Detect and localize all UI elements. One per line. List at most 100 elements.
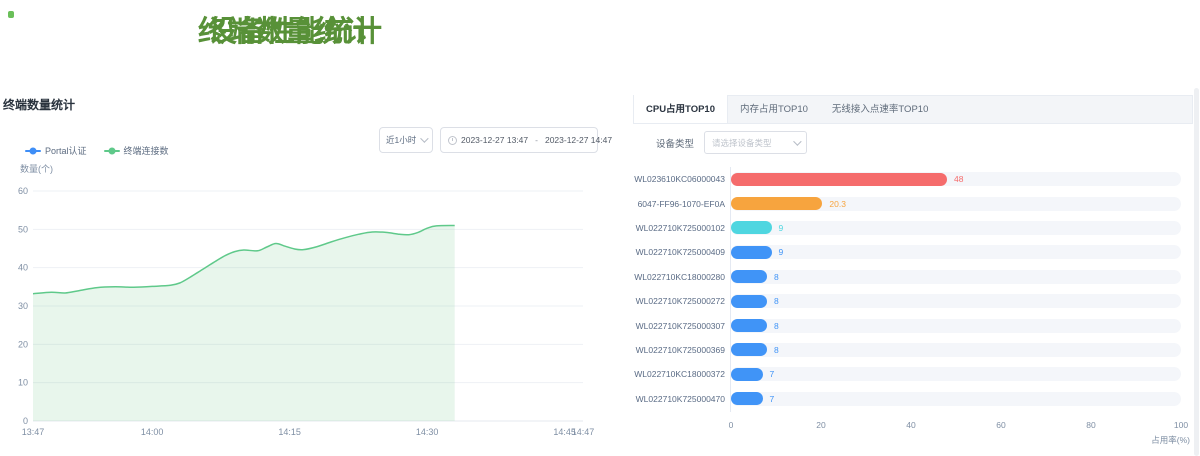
svg-text:10: 10: [18, 378, 28, 388]
bar-track: [731, 392, 1181, 406]
legend-item-portal-auth[interactable]: Portal认证: [25, 144, 87, 157]
bar-value-label: 7: [770, 394, 775, 404]
bar-fill: [731, 221, 772, 234]
bar-value-label: 9: [779, 247, 784, 257]
device-type-select-placeholder: 请选择设备类型: [712, 137, 772, 149]
date-range-end: 2023-12-27 14:47: [545, 135, 612, 145]
bar-row: WL022710K725000307 8: [633, 313, 1193, 337]
bar-track: [731, 343, 1181, 357]
bar-x-tick: 40: [906, 420, 915, 430]
device-type-row: 设备类型 请选择设备类型: [656, 131, 807, 154]
svg-text:40: 40: [18, 263, 28, 273]
svg-text:20: 20: [18, 339, 28, 349]
bar-zone: 8: [731, 294, 1181, 308]
bar-fill: [731, 270, 767, 283]
right-section-title: 设备性能统计: [0, 14, 590, 50]
bar-zone: 9: [731, 221, 1181, 235]
bar-zone: 8: [731, 270, 1181, 284]
bar-x-tick: 100: [1174, 420, 1188, 430]
device-name-label: WL023610KC06000043: [633, 174, 725, 184]
bar-zone: 7: [731, 367, 1181, 381]
bar-fill: [731, 368, 763, 381]
legend-item-terminal-connections[interactable]: 终端连接数: [104, 144, 169, 157]
bar-value-label: 8: [774, 345, 779, 355]
bar-track: [731, 367, 1181, 381]
bar-zone: 8: [731, 319, 1181, 333]
bar-fill: [731, 295, 767, 308]
bar-fill: [731, 173, 947, 186]
bar-track: [731, 294, 1181, 308]
portal-auth-legend-marker-icon: [25, 150, 41, 152]
time-range-select[interactable]: 近1小时: [379, 127, 433, 153]
bar-zone: 20.3: [731, 197, 1181, 211]
device-name-label: WL022710K725000307: [633, 321, 725, 331]
bar-row: WL022710KC18000372 7: [633, 362, 1193, 386]
bar-zone: 48: [731, 172, 1181, 186]
clock-icon: [448, 136, 457, 145]
terminal-connections-legend-marker-icon: [104, 150, 120, 152]
svg-text:0: 0: [23, 416, 28, 426]
bar-value-label: 48: [954, 174, 963, 184]
bar-chart-x-axis-label: 占用率(%): [633, 434, 1190, 446]
bar-value-label: 7: [770, 369, 775, 379]
bar-value-label: 9: [779, 223, 784, 233]
date-range-separator: -: [535, 135, 538, 145]
bar-value-label: 8: [774, 272, 779, 282]
svg-text:14:15: 14:15: [278, 427, 301, 437]
cpu-top10-bar-chart: WL023610KC06000043 48 6047-FF96-1070-EF0A 2…: [633, 167, 1193, 411]
device-name-label: 6047-FF96-1070-EF0A: [633, 199, 725, 209]
bar-value-label: 8: [774, 321, 779, 331]
tab-cpu-top10[interactable]: CPU占用TOP10: [634, 95, 728, 123]
bar-fill: [731, 319, 767, 332]
bar-row: WL022710K725000470 7: [633, 387, 1193, 411]
bar-value-label: 20.3: [829, 199, 846, 209]
device-name-label: WL022710K725000102: [633, 223, 725, 233]
device-type-select[interactable]: 请选择设备类型: [704, 131, 807, 154]
bar-track: [731, 270, 1181, 284]
svg-text:14:00: 14:00: [141, 427, 164, 437]
svg-text:14:30: 14:30: [416, 427, 439, 437]
bar-track: [731, 221, 1181, 235]
bar-x-tick: 0: [729, 420, 734, 430]
bar-row: WL022710K7250002728: [633, 289, 1193, 313]
bar-chart-axis-line: [730, 167, 731, 412]
tab-wireless-ap-rate-top10[interactable]: 无线接入点速率TOP10: [820, 96, 940, 123]
bar-chart-x-axis: 020406080100: [633, 420, 1193, 432]
device-name-label: WL022710KC18000280: [633, 272, 725, 282]
bar-fill: [731, 197, 822, 210]
date-range-start: 2023-12-27 13:47: [461, 135, 528, 145]
chevron-down-icon: [793, 137, 801, 145]
bar-value-label: 8: [774, 296, 779, 306]
bar-x-tick: 80: [1086, 420, 1095, 430]
svg-text:14:47: 14:47: [572, 427, 595, 437]
device-type-label: 设备类型: [656, 136, 694, 150]
bar-row: WL022710KC18000280 8: [633, 265, 1193, 289]
bar-x-tick: 60: [996, 420, 1005, 430]
bar-zone: 8: [731, 343, 1181, 357]
tab-memory-top10[interactable]: 内存占用TOP10: [728, 96, 820, 123]
bar-fill: [731, 392, 763, 405]
bar-row: 6047-FF96-1070-EF0A 20.3: [633, 191, 1193, 215]
bar-row: WL022710K7250004099: [633, 240, 1193, 264]
device-name-label: WL022710KC18000372: [633, 369, 725, 379]
bar-track: [731, 245, 1181, 259]
bar-zone: 9: [731, 245, 1181, 259]
device-name-label: WL022710K725000369: [633, 345, 725, 355]
portal-auth-legend-label: Portal认证: [45, 144, 87, 157]
performance-tabbar: CPU占用TOP10 内存占用TOP10 无线接入点速率TOP10: [633, 95, 1193, 124]
bar-track: [731, 319, 1181, 333]
terminal-connections-legend-label: 终端连接数: [124, 144, 169, 157]
bar-fill: [731, 343, 767, 356]
chart-legend: Portal认证 终端连接数: [25, 144, 169, 157]
svg-text:13:47: 13:47: [22, 427, 45, 437]
bar-row: WL022710K725000369 8: [633, 338, 1193, 362]
svg-text:60: 60: [18, 186, 28, 196]
bar-row: WL022710K725000102 9: [633, 216, 1193, 240]
device-name-label: WL022710K725000470: [633, 394, 725, 404]
svg-text:30: 30: [18, 301, 28, 311]
svg-text:数量(个): 数量(个): [20, 163, 53, 174]
vertical-scrollbar[interactable]: [1194, 88, 1199, 456]
date-range-picker[interactable]: 2023-12-27 13:47 - 2023-12-27 14:47: [440, 127, 598, 153]
terminal-count-panel-title: 终端数量统计: [3, 96, 75, 113]
terminal-count-area-chart: 数量(个)010203040506013:4714:0014:1514:3014…: [0, 160, 600, 456]
